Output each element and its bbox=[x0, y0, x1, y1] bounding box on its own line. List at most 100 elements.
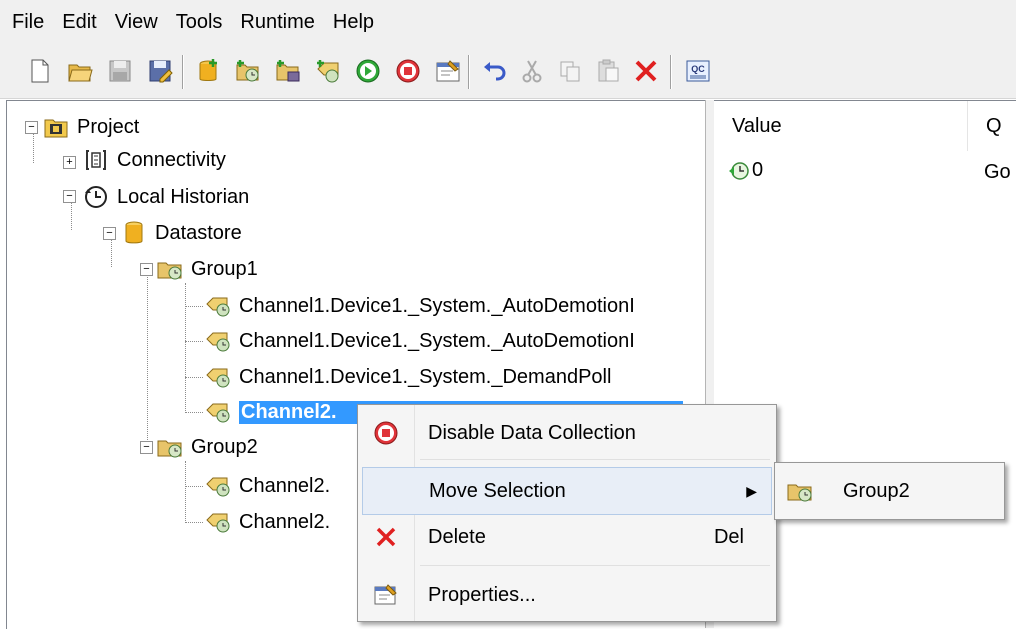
stop-icon[interactable] bbox=[394, 57, 422, 85]
tree-line bbox=[147, 271, 148, 448]
add-items-icon[interactable] bbox=[274, 57, 302, 85]
toolbar-separator bbox=[670, 55, 672, 89]
save-as-icon[interactable] bbox=[146, 57, 174, 85]
properties-icon[interactable] bbox=[434, 57, 462, 85]
tree-node-connectivity[interactable]: Connectivity bbox=[83, 144, 226, 176]
tree-line bbox=[185, 341, 203, 342]
context-menu: Disable Data Collection Move Selection ▶… bbox=[357, 404, 777, 622]
tree-line bbox=[185, 522, 203, 523]
delete-icon[interactable] bbox=[632, 57, 660, 85]
tree-node-label: Group1 bbox=[191, 257, 258, 280]
toolbar-separator bbox=[468, 55, 470, 89]
menu-view[interactable]: View bbox=[103, 11, 158, 34]
properties-icon bbox=[358, 582, 414, 608]
tree-node-label: Channel2. bbox=[239, 510, 331, 533]
submenu-arrow-icon: ▶ bbox=[746, 482, 757, 499]
tree-node-label: Datastore bbox=[155, 221, 242, 244]
group-icon bbox=[157, 256, 183, 282]
group-icon bbox=[157, 434, 183, 460]
tree-node-tag[interactable]: Channel2. bbox=[205, 470, 330, 502]
tree-line bbox=[185, 306, 203, 307]
column-header-quality[interactable]: Q bbox=[968, 101, 1016, 151]
tree-line bbox=[33, 133, 34, 163]
menu-item-move-selection[interactable]: Move Selection ▶ bbox=[362, 467, 772, 515]
tag-icon bbox=[205, 293, 231, 319]
menu-edit[interactable]: Edit bbox=[50, 11, 96, 34]
menu-item-label: Disable Data Collection bbox=[428, 421, 636, 444]
tag-icon bbox=[205, 509, 231, 535]
value-text: 0 bbox=[752, 159, 764, 181]
tag-icon bbox=[205, 328, 231, 354]
copy-icon[interactable] bbox=[556, 57, 584, 85]
tree-node-label: Connectivity bbox=[117, 148, 226, 171]
start-icon[interactable] bbox=[354, 57, 382, 85]
tree-line bbox=[185, 283, 186, 413]
group-icon bbox=[775, 478, 825, 504]
tree-node-tag[interactable]: Channel1.Device1._System._AutoDemotionI bbox=[205, 325, 635, 357]
menu-item-delete[interactable]: Delete Del bbox=[358, 513, 776, 561]
tree-node-project[interactable]: Project bbox=[43, 111, 139, 143]
menu-tools[interactable]: Tools bbox=[164, 11, 223, 34]
quick-client-label: QC bbox=[691, 64, 705, 74]
tree-node-group2[interactable]: Group2 bbox=[157, 431, 258, 463]
submenu-item-group2[interactable]: Group2 bbox=[775, 467, 1004, 515]
stop-circle-icon bbox=[358, 420, 414, 446]
tree-node-label: Channel2. bbox=[239, 474, 331, 497]
cut-icon[interactable] bbox=[518, 57, 546, 85]
new-icon[interactable] bbox=[26, 57, 54, 85]
tree-node-label: Channel1.Device1._System._AutoDemotionI bbox=[239, 329, 635, 352]
collapse-toggle[interactable]: − bbox=[103, 227, 116, 240]
tree-line bbox=[185, 461, 186, 523]
tree-node-label: Channel1.Device1._System._DemandPoll bbox=[239, 365, 612, 388]
tree-node-tag[interactable]: Channel1.Device1._System._DemandPoll bbox=[205, 361, 611, 393]
collapse-toggle[interactable]: − bbox=[63, 190, 76, 203]
tree-node-tag[interactable]: Channel1.Device1._System._AutoDemotionI bbox=[205, 290, 635, 322]
menu-file[interactable]: File bbox=[0, 11, 44, 34]
tree-node-label: Project bbox=[77, 115, 140, 138]
menu-item-label: Properties... bbox=[428, 583, 536, 606]
tree-node-datastore[interactable]: Datastore bbox=[121, 217, 242, 249]
new-group-icon[interactable] bbox=[234, 57, 262, 85]
menu-runtime[interactable]: Runtime bbox=[228, 11, 314, 34]
project-icon bbox=[43, 114, 69, 140]
open-icon[interactable] bbox=[66, 57, 94, 85]
menu-item-shortcut: Del bbox=[713, 525, 744, 548]
tree-line bbox=[185, 377, 203, 378]
historian-clock-icon bbox=[83, 184, 109, 210]
connectivity-icon bbox=[83, 147, 109, 173]
tag-icon bbox=[205, 364, 231, 390]
collapse-toggle[interactable]: − bbox=[140, 263, 153, 276]
tree-node-tag[interactable]: Channel2. bbox=[205, 506, 330, 538]
tree-line bbox=[185, 486, 203, 487]
submenu-item-label: Group2 bbox=[843, 479, 910, 502]
quality-cell: Go bbox=[984, 161, 1011, 183]
tree-node-group1[interactable]: Group1 bbox=[157, 253, 258, 285]
menu-separator bbox=[420, 565, 770, 566]
save-icon[interactable] bbox=[106, 57, 134, 85]
tree-node-label: Local Historian bbox=[117, 185, 250, 208]
delete-x-icon bbox=[358, 524, 414, 550]
undo-icon[interactable] bbox=[480, 57, 508, 85]
menu-bar: File Edit View Tools Runtime Help bbox=[0, 0, 1016, 44]
new-datastore-icon[interactable] bbox=[194, 57, 222, 85]
tree-node-local-historian[interactable]: Local Historian bbox=[83, 181, 249, 213]
move-selection-submenu: Group2 bbox=[774, 462, 1005, 520]
paste-icon[interactable] bbox=[594, 57, 622, 85]
collapse-toggle[interactable]: − bbox=[140, 441, 153, 454]
menu-item-disable-data-collection[interactable]: Disable Data Collection bbox=[358, 409, 776, 457]
menu-help[interactable]: Help bbox=[321, 11, 374, 34]
tag-icon bbox=[205, 399, 231, 425]
item-icon[interactable] bbox=[314, 57, 342, 85]
quick-client-icon[interactable]: QC bbox=[684, 57, 712, 85]
menu-item-properties[interactable]: Properties... bbox=[358, 571, 776, 619]
datastore-icon bbox=[121, 220, 147, 246]
value-cell[interactable]: 0 bbox=[728, 159, 763, 182]
toolbar: QC bbox=[0, 44, 1016, 99]
tree-node-label: Channel1.Device1._System._AutoDemotionI bbox=[239, 294, 635, 317]
toolbar-separator bbox=[182, 55, 184, 89]
expand-toggle[interactable]: + bbox=[63, 156, 76, 169]
value-status-icon bbox=[728, 160, 750, 182]
column-header-value[interactable]: Value bbox=[714, 101, 968, 151]
tree-node-label: Group2 bbox=[191, 435, 258, 458]
collapse-toggle[interactable]: − bbox=[25, 121, 38, 134]
